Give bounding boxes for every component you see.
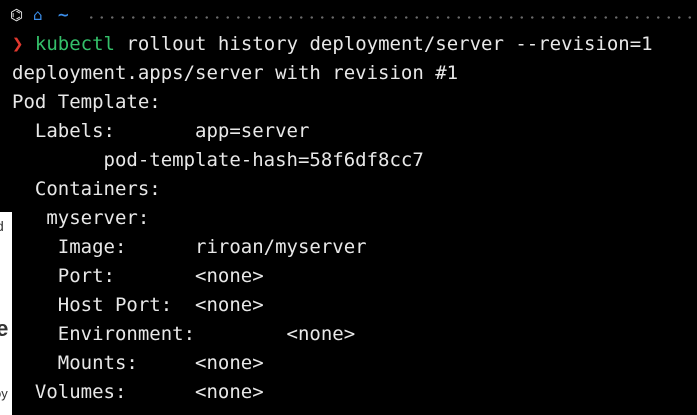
command-args: rollout history deployment/server --revi… bbox=[114, 33, 653, 55]
output-line: Volumes: <none> bbox=[12, 381, 264, 403]
output-line: Image: riroan/myserver bbox=[12, 236, 367, 258]
output-line: deployment.apps/server with revision #1 bbox=[12, 62, 459, 84]
background-window-strip: d le oy bbox=[0, 212, 12, 415]
home-icon: ⌂ bbox=[33, 6, 43, 24]
prompt-arrow-icon: ❯ bbox=[12, 33, 24, 55]
prompt-path: ~ bbox=[57, 6, 70, 24]
background-text-fragment: le bbox=[0, 316, 9, 341]
background-text-fragment: d bbox=[0, 218, 4, 234]
output-line: Labels: app=server bbox=[12, 120, 310, 142]
output-line: Host Port: <none> bbox=[12, 294, 264, 316]
prompt-separator-dots bbox=[86, 16, 697, 19]
git-icon: ⌬ bbox=[10, 6, 24, 24]
output-line: Port: <none> bbox=[12, 265, 264, 287]
prompt-bar: ⌬ ⌂ ~ bbox=[0, 2, 697, 28]
output-line: Pod Template: bbox=[12, 91, 161, 113]
background-text-fragment: oy bbox=[0, 386, 8, 401]
output-line: myserver: bbox=[12, 207, 150, 229]
command-line: ❯ kubectl rollout history deployment/ser… bbox=[12, 30, 653, 59]
output-line: pod-template-hash=58f6df8cc7 bbox=[12, 149, 424, 171]
command-program: kubectl bbox=[34, 33, 115, 55]
terminal-window[interactable]: ⌬ ⌂ ~ ❯ kubectl rollout history deployme… bbox=[0, 0, 697, 415]
output-line: Environment: <none> bbox=[12, 323, 356, 345]
output-line: Mounts: <none> bbox=[12, 352, 264, 374]
output-line: Containers: bbox=[12, 178, 161, 200]
